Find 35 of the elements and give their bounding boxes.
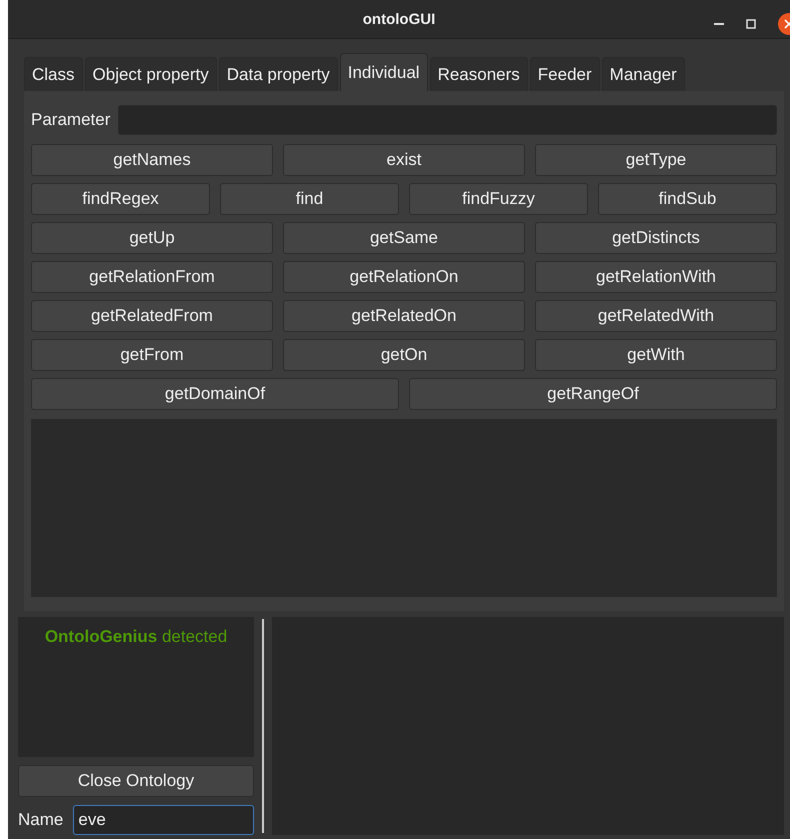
close-ontology-button[interactable]: Close Ontology [18, 765, 254, 797]
tab[interactable]: Individual [340, 53, 428, 91]
name-field[interactable]: eve [73, 805, 254, 835]
query-button[interactable]: getFrom [31, 339, 273, 371]
tab[interactable]: Manager [602, 57, 685, 91]
query-button[interactable]: findRegex [31, 183, 210, 215]
tab[interactable]: Data property [218, 57, 338, 91]
query-button[interactable]: getRelatedFrom [31, 300, 273, 332]
query-button[interactable]: getType [535, 144, 777, 176]
query-button[interactable]: getDistincts [535, 222, 777, 254]
window-title: ontoloGUI [362, 10, 436, 28]
name-label: Name [18, 810, 64, 830]
query-button[interactable]: exist [283, 144, 525, 176]
query-button[interactable]: findSub [598, 183, 777, 215]
query-button[interactable]: getRelationOn [283, 261, 525, 293]
query-button[interactable]: findFuzzy [409, 183, 588, 215]
tab[interactable]: Class [24, 57, 83, 91]
status-message: OntoloGenius detected [44, 627, 228, 648]
query-button[interactable]: getRelationWith [535, 261, 777, 293]
query-button[interactable]: getOn [283, 339, 525, 371]
query-button[interactable]: getRelationFrom [31, 261, 273, 293]
query-button[interactable]: getNames [31, 144, 273, 176]
maximize-icon[interactable] [746, 19, 756, 29]
query-button[interactable]: find [220, 183, 399, 215]
tab[interactable]: Reasoners [430, 57, 528, 91]
tab[interactable]: Object property [84, 57, 217, 91]
tab[interactable]: Feeder [530, 57, 600, 91]
query-button[interactable]: getSame [283, 222, 525, 254]
query-button[interactable]: getRangeOf [409, 378, 777, 410]
query-button[interactable]: getDomainOf [31, 378, 399, 410]
query-button[interactable]: getUp [31, 222, 273, 254]
parameter-label: Parameter [31, 110, 110, 130]
query-button[interactable]: getRelatedOn [283, 300, 525, 332]
query-button[interactable]: getWith [535, 339, 777, 371]
query-button[interactable]: getRelatedWith [535, 300, 777, 332]
